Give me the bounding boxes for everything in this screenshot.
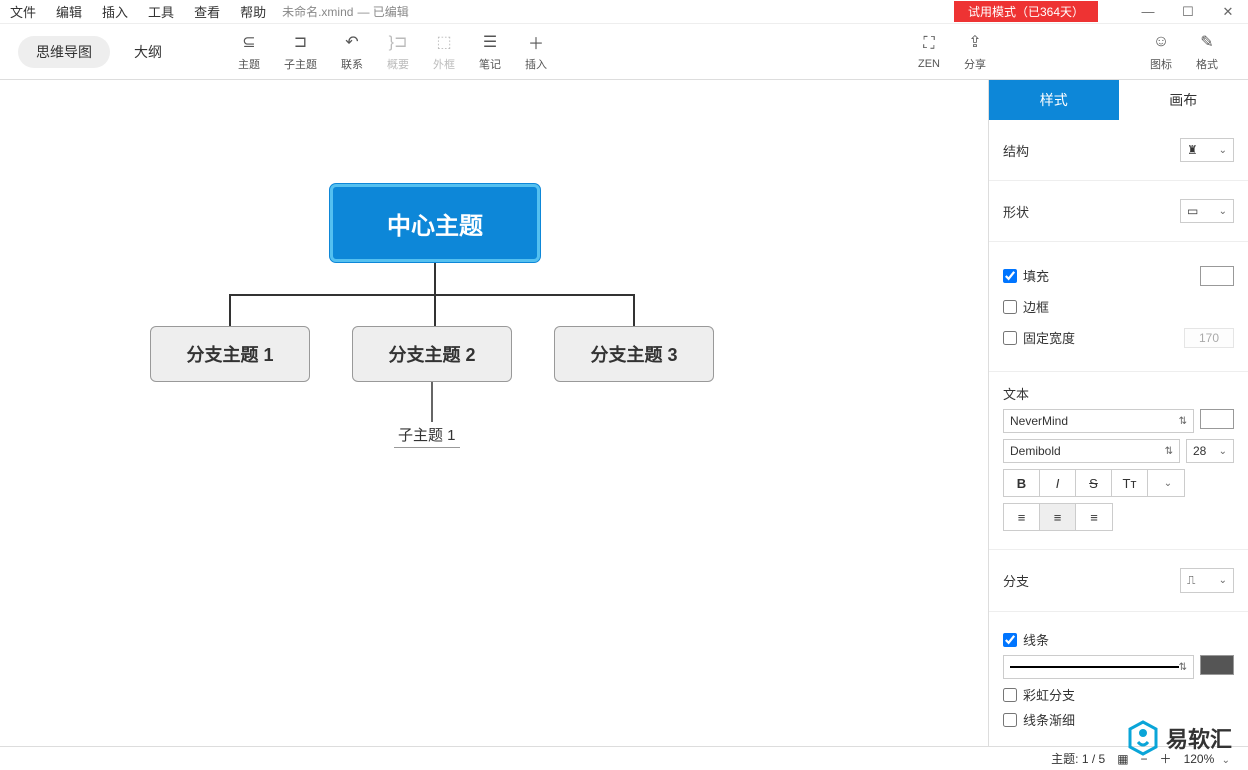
summary-icon: }⊐	[389, 32, 408, 52]
zen-icon: ⛶	[923, 34, 934, 54]
border-checkbox[interactable]	[1003, 300, 1017, 314]
canvas[interactable]: 中心主题 分支主题 1 分支主题 2 分支主题 3 子主题 1	[0, 80, 988, 746]
strike-button[interactable]: S	[1076, 470, 1112, 496]
watermark-icon	[1128, 720, 1158, 756]
align-right[interactable]: ≡	[1076, 504, 1112, 530]
menu-tools[interactable]: 工具	[138, 2, 184, 21]
tool-zen[interactable]: ⛶ZEN	[906, 30, 952, 74]
brush-icon: ✎	[1200, 32, 1213, 52]
relation-icon: ↶	[345, 32, 358, 52]
close-button[interactable]: ✕	[1208, 0, 1248, 24]
subtopic-icon: ⊐	[294, 32, 307, 52]
rect-icon: ▭	[1187, 204, 1198, 218]
label-rainbow: 彩虹分支	[1023, 685, 1075, 704]
watermark: 易软汇	[1128, 720, 1232, 756]
note-icon: ☰	[483, 32, 497, 52]
rainbow-checkbox[interactable]	[1003, 688, 1017, 702]
label-text: 文本	[1003, 384, 1234, 403]
status-topic: 主题: 1 / 5	[1051, 750, 1105, 767]
align-left[interactable]: ≡	[1004, 504, 1040, 530]
label-line: 线条	[1023, 630, 1049, 649]
fixedwidth-checkbox[interactable]	[1003, 331, 1017, 345]
menu-edit[interactable]: 编辑	[46, 2, 92, 21]
branch-icon: ⎍	[1187, 573, 1195, 588]
line-style-select[interactable]: ⇅	[1003, 655, 1194, 679]
fill-checkbox[interactable]	[1003, 269, 1017, 283]
insert-icon: ＋	[528, 32, 544, 52]
menu-help[interactable]: 帮助	[230, 2, 276, 21]
line-checkbox[interactable]	[1003, 633, 1017, 647]
topic-icon: ⊆	[242, 32, 255, 52]
chevron-down-icon: ⌄	[1219, 206, 1227, 217]
tab-outline[interactable]: 大纲	[116, 36, 180, 68]
branch-select[interactable]: ⎍⌄	[1180, 568, 1234, 593]
tool-topic[interactable]: ⊆主题	[226, 28, 272, 76]
tool-icons[interactable]: ☺图标	[1138, 28, 1184, 76]
tool-summary[interactable]: }⊐概要	[375, 28, 421, 76]
label-structure: 结构	[1003, 141, 1029, 160]
updown-icon: ⇅	[1179, 416, 1187, 427]
line-color-swatch[interactable]	[1200, 655, 1234, 675]
subtopic-1[interactable]: 子主题 1	[394, 422, 460, 448]
chevron-down-icon: ⌄	[1219, 145, 1227, 156]
updown-icon: ⇅	[1165, 446, 1173, 457]
italic-button[interactable]: I	[1040, 470, 1076, 496]
textcase-more[interactable]: ⌄	[1148, 470, 1184, 496]
doc-status: — 已编辑	[357, 3, 408, 20]
menu-insert[interactable]: 插入	[92, 2, 138, 21]
tool-relation[interactable]: ↶联系	[329, 28, 375, 76]
label-shape: 形状	[1003, 202, 1029, 221]
branch-3[interactable]: 分支主题 3	[554, 326, 714, 382]
tab-mindmap[interactable]: 思维导图	[18, 36, 110, 68]
branch-1[interactable]: 分支主题 1	[150, 326, 310, 382]
font-size-select[interactable]: 28⌄	[1186, 439, 1234, 463]
trial-badge: 试用模式（已364天）	[954, 1, 1098, 22]
structure-icon: ♜	[1187, 143, 1198, 157]
doc-title: 未命名.xmind	[282, 3, 353, 20]
font-family-select[interactable]: NeverMind⇅	[1003, 409, 1194, 433]
align-center[interactable]: ≡	[1040, 504, 1076, 530]
branch-2[interactable]: 分支主题 2	[352, 326, 512, 382]
shape-select[interactable]: ▭⌄	[1180, 199, 1234, 223]
tool-share[interactable]: ⇪分享	[952, 28, 998, 76]
textcase-button[interactable]: Tᴛ	[1112, 470, 1148, 496]
center-topic[interactable]: 中心主题	[330, 184, 540, 262]
tool-boundary[interactable]: ⬚外框	[421, 28, 467, 76]
tool-insert[interactable]: ＋插入	[513, 28, 559, 76]
panel-tab-style[interactable]: 样式	[989, 80, 1119, 120]
tool-format[interactable]: ✎格式	[1184, 28, 1230, 76]
tool-note[interactable]: ☰笔记	[467, 28, 513, 76]
share-icon: ⇪	[968, 32, 981, 52]
structure-select[interactable]: ♜⌄	[1180, 138, 1234, 162]
label-branch: 分支	[1003, 571, 1029, 590]
tapered-checkbox[interactable]	[1003, 713, 1017, 727]
menu-view[interactable]: 查看	[184, 2, 230, 21]
font-weight-select[interactable]: Demibold⇅	[1003, 439, 1180, 463]
bold-button[interactable]: B	[1004, 470, 1040, 496]
menu-file[interactable]: 文件	[0, 2, 46, 21]
connectors	[0, 80, 988, 746]
chevron-down-icon: ⌄	[1219, 446, 1227, 457]
fill-swatch[interactable]	[1200, 266, 1234, 286]
chevron-down-icon: ⌄	[1219, 575, 1227, 586]
smiley-icon: ☺	[1153, 32, 1169, 52]
label-fixedwidth: 固定宽度	[1023, 328, 1075, 347]
map-icon[interactable]: ▦	[1117, 752, 1128, 766]
label-fill: 填充	[1023, 266, 1049, 285]
maximize-button[interactable]: ☐	[1168, 0, 1208, 24]
updown-icon: ⇅	[1179, 662, 1187, 673]
format-panel: 样式 画布 结构 ♜⌄ 形状 ▭⌄ 填充 边框 固定宽度	[988, 80, 1248, 746]
text-color-swatch[interactable]	[1200, 409, 1234, 429]
tool-subtopic[interactable]: ⊐子主题	[272, 28, 329, 76]
minimize-button[interactable]: —	[1128, 0, 1168, 24]
boundary-icon: ⬚	[436, 32, 451, 52]
label-tapered: 线条渐细	[1023, 710, 1075, 729]
fixedwidth-input[interactable]	[1184, 328, 1234, 348]
chevron-down-icon: ⌄	[1222, 755, 1230, 766]
label-border: 边框	[1023, 297, 1049, 316]
panel-tab-canvas[interactable]: 画布	[1119, 80, 1248, 120]
